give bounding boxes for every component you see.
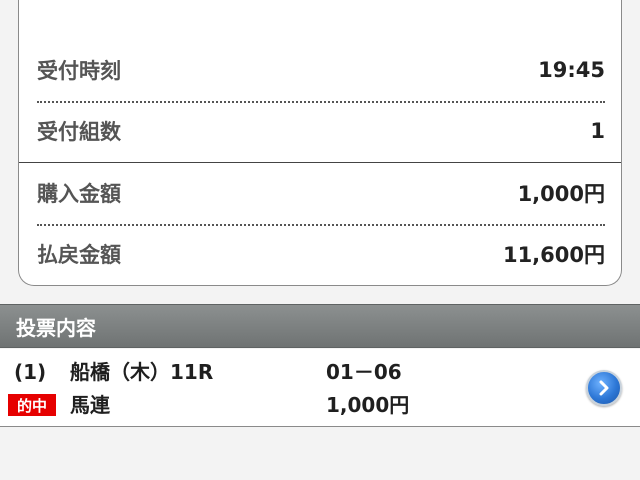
bet-venue: 船橋（木）11R [70, 360, 214, 384]
bet-section-header: 投票内容 [0, 304, 640, 348]
payout-amount-value: 11,600円 [502, 243, 605, 267]
bet-index: (1) [14, 360, 47, 384]
reception-time-label: 受付時刻 [37, 59, 121, 83]
purchase-amount-label: 購入金額 [37, 182, 121, 206]
reception-count-value: 1 [590, 119, 605, 143]
summary-row-reception-count: 受付組数 1 [37, 111, 605, 151]
purchase-amount-value: 1,000円 [517, 182, 605, 206]
bet-section-title: 投票内容 [16, 315, 96, 340]
payout-amount-label: 払戻金額 [37, 243, 121, 267]
summary-card: 受付時刻 19:45 受付組数 1 購入金額 1,000円 払戻金額 11,60… [18, 0, 622, 286]
bet-amount: 1,000円 [326, 393, 410, 417]
reception-count-label: 受付組数 [37, 120, 121, 144]
bet-type: 馬連 [70, 393, 110, 417]
summary-row-purchase-amount: 購入金額 1,000円 [37, 173, 605, 213]
bet-entry-row[interactable]: (1) 船橋（木）11R 01－06 的中 馬連 1,000円 [0, 349, 640, 427]
hit-badge: 的中 [8, 394, 56, 416]
detail-button[interactable] [586, 370, 622, 406]
summary-row-reception-time: 受付時刻 19:45 [37, 50, 605, 90]
summary-row-payout-amount: 払戻金額 11,600円 [37, 234, 605, 274]
solid-divider [19, 162, 621, 163]
bet-combination: 01－06 [326, 360, 402, 384]
dotted-divider [37, 224, 605, 226]
chevron-right-icon [599, 380, 609, 396]
reception-time-value: 19:45 [538, 58, 605, 82]
dotted-divider [37, 101, 605, 103]
